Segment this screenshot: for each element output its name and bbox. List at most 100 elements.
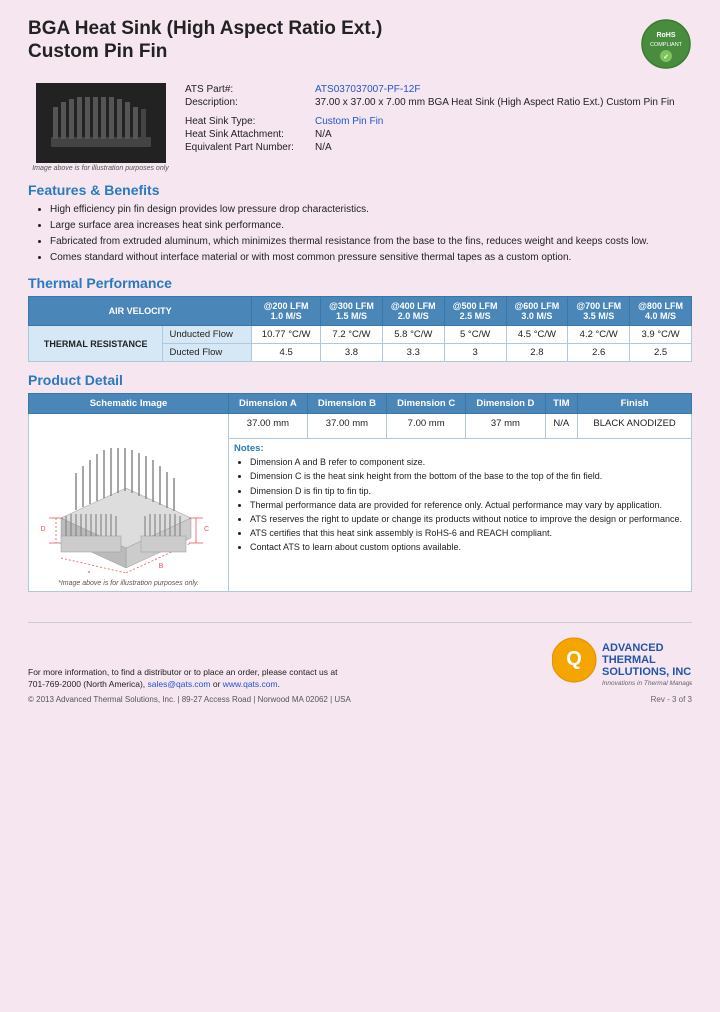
- note-item: ATS reserves the right to update or chan…: [250, 513, 686, 525]
- col-500lfm: @500 LFM 2.5 M/S: [444, 297, 506, 326]
- note-item: Contact ATS to learn about custom option…: [250, 541, 686, 553]
- unducted-v5: 4.2 °C/W: [568, 326, 630, 344]
- dim-c-value: 7.00 mm: [387, 414, 466, 439]
- finish-header: Finish: [578, 394, 692, 414]
- page-number: Rev - 3 of 3: [552, 695, 692, 704]
- thermal-resistance-label: THERMAL RESISTANCE: [29, 326, 163, 362]
- notes-list: Dimension A and B refer to component siz…: [234, 456, 686, 553]
- footer-contact: For more information, to find a distribu…: [28, 666, 351, 692]
- col-400lfm: @400 LFM 2.0 M/S: [382, 297, 444, 326]
- svg-text:B: B: [159, 563, 164, 570]
- features-list: High efficiency pin fin design provides …: [28, 203, 692, 265]
- svg-text:Q: Q: [566, 648, 582, 670]
- dim-b-value: 37.00 mm: [307, 414, 386, 439]
- ducted-v2: 3.3: [382, 344, 444, 362]
- image-caption: Image above is for illustration purposes…: [32, 165, 169, 172]
- equiv-value: N/A: [311, 141, 692, 154]
- email-link[interactable]: sales@qats.com: [148, 679, 211, 689]
- dim-d-header: Dimension D: [466, 394, 545, 414]
- unducted-v0: 10.77 °C/W: [252, 326, 321, 344]
- svg-text:A: A: [87, 571, 92, 573]
- specs-table: ATS Part#: ATS037037007-PF-12F Descripti…: [181, 83, 692, 154]
- ducted-v5: 2.6: [568, 344, 630, 362]
- thermal-section: Thermal Performance AIR VELOCITY @200 LF…: [28, 275, 692, 362]
- svg-text:D: D: [41, 526, 46, 533]
- ats-logo-area: Q ADVANCED THERMAL SOLUTIONS, INC. Innov…: [552, 633, 692, 704]
- col-300lfm: @300 LFM 1.5 M/S: [321, 297, 383, 326]
- feature-item: Comes standard without interface materia…: [50, 251, 692, 265]
- ducted-v6: 2.5: [630, 344, 692, 362]
- thermal-heading: Thermal Performance: [28, 275, 692, 291]
- note-item: Dimension C is the heat sink height from…: [250, 470, 686, 482]
- notes-label: Notes:: [234, 443, 686, 454]
- note-item: ATS certifies that this heat sink assemb…: [250, 527, 686, 539]
- product-specs: ATS Part#: ATS037037007-PF-12F Descripti…: [173, 83, 692, 154]
- features-heading: Features & Benefits: [28, 182, 692, 198]
- attach-value: N/A: [311, 128, 692, 141]
- dim-d-value: 37 mm: [466, 414, 545, 439]
- type-value: Custom Pin Fin: [311, 115, 692, 128]
- unducted-label: Unducted Flow: [163, 326, 252, 344]
- notes-cell: Notes: Dimension A and B refer to compon…: [229, 439, 692, 592]
- dim-values-row: D A B C: [29, 414, 692, 439]
- ducted-v0: 4.5: [252, 344, 321, 362]
- air-velocity-header: AIR VELOCITY: [29, 297, 252, 326]
- unducted-v6: 3.9 °C/W: [630, 326, 692, 344]
- schematic-image: D A B C: [41, 418, 216, 578]
- unducted-v1: 7.2 °C/W: [321, 326, 383, 344]
- schematic-caption: *Image above is for illustration purpose…: [34, 580, 223, 587]
- rohs-badge-svg: RoHS COMPLIANT ✓: [640, 18, 692, 70]
- thermal-table: AIR VELOCITY @200 LFM 1.0 M/S @300 LFM 1…: [28, 296, 692, 362]
- note-item: Dimension A and B refer to component siz…: [250, 456, 686, 468]
- detail-table: Schematic Image Dimension A Dimension B …: [28, 393, 692, 592]
- svg-text:C: C: [204, 526, 209, 533]
- dim-a-header: Dimension A: [229, 394, 308, 414]
- col-800lfm: @800 LFM 4.0 M/S: [630, 297, 692, 326]
- table-row: THERMAL RESISTANCE Unducted Flow 10.77 °…: [29, 326, 692, 344]
- ducted-v1: 3.8: [321, 344, 383, 362]
- svg-text:ADVANCED: ADVANCED: [602, 642, 664, 654]
- schematic-cell: D A B C: [29, 414, 229, 592]
- dim-c-header: Dimension C: [387, 394, 466, 414]
- tim-header: TIM: [545, 394, 578, 414]
- desc-value: 37.00 x 37.00 x 7.00 mm BGA Heat Sink (H…: [311, 96, 692, 109]
- footer: For more information, to find a distribu…: [28, 622, 692, 704]
- rohs-badge: RoHS COMPLIANT ✓: [640, 18, 692, 73]
- svg-text:COMPLIANT: COMPLIANT: [650, 42, 683, 48]
- unducted-v3: 5 °C/W: [444, 326, 506, 344]
- note-item: Dimension D is fin tip to fin tip.: [250, 485, 686, 497]
- product-info-row: Image above is for illustration purposes…: [28, 83, 692, 172]
- ducted-v4: 2.8: [506, 344, 568, 362]
- svg-text:THERMAL: THERMAL: [602, 654, 656, 666]
- ducted-label: Ducted Flow: [163, 344, 252, 362]
- product-title: BGA Heat Sink (High Aspect Ratio Ext.) C…: [28, 18, 382, 64]
- website-link[interactable]: www.qats.com: [223, 679, 278, 689]
- product-image: [36, 83, 166, 163]
- note-item: Thermal performance data are provided fo…: [250, 499, 686, 511]
- footer-copyright: © 2013 Advanced Thermal Solutions, Inc. …: [28, 695, 351, 704]
- product-image-area: Image above is for illustration purposes…: [28, 83, 173, 172]
- desc-label: Description:: [181, 96, 311, 109]
- schematic-col-header: Schematic Image: [29, 394, 229, 414]
- product-detail-section: Product Detail Schematic Image Dimension…: [28, 372, 692, 592]
- equiv-label: Equivalent Part Number:: [181, 141, 311, 154]
- page-header: BGA Heat Sink (High Aspect Ratio Ext.) C…: [28, 18, 692, 73]
- type-label: Heat Sink Type:: [181, 115, 311, 128]
- feature-item: Fabricated from extruded aluminum, which…: [50, 235, 692, 249]
- ducted-v3: 3: [444, 344, 506, 362]
- col-700lfm: @700 LFM 3.5 M/S: [568, 297, 630, 326]
- feature-item: High efficiency pin fin design provides …: [50, 203, 692, 217]
- dim-b-header: Dimension B: [307, 394, 386, 414]
- part-value: ATS037037007-PF-12F: [311, 83, 692, 96]
- footer-left: For more information, to find a distribu…: [28, 666, 351, 705]
- svg-text:✓: ✓: [663, 54, 669, 61]
- heatsink-illustration: [41, 87, 161, 159]
- product-title-text: BGA Heat Sink (High Aspect Ratio Ext.) C…: [28, 18, 382, 64]
- col-600lfm: @600 LFM 3.0 M/S: [506, 297, 568, 326]
- col-200lfm: @200 LFM 1.0 M/S: [252, 297, 321, 326]
- features-section: Features & Benefits High efficiency pin …: [28, 182, 692, 265]
- schematic-svg: D A B C: [41, 418, 216, 573]
- part-label: ATS Part#:: [181, 83, 311, 96]
- svg-text:SOLUTIONS, INC.: SOLUTIONS, INC.: [602, 666, 692, 678]
- unducted-v2: 5.8 °C/W: [382, 326, 444, 344]
